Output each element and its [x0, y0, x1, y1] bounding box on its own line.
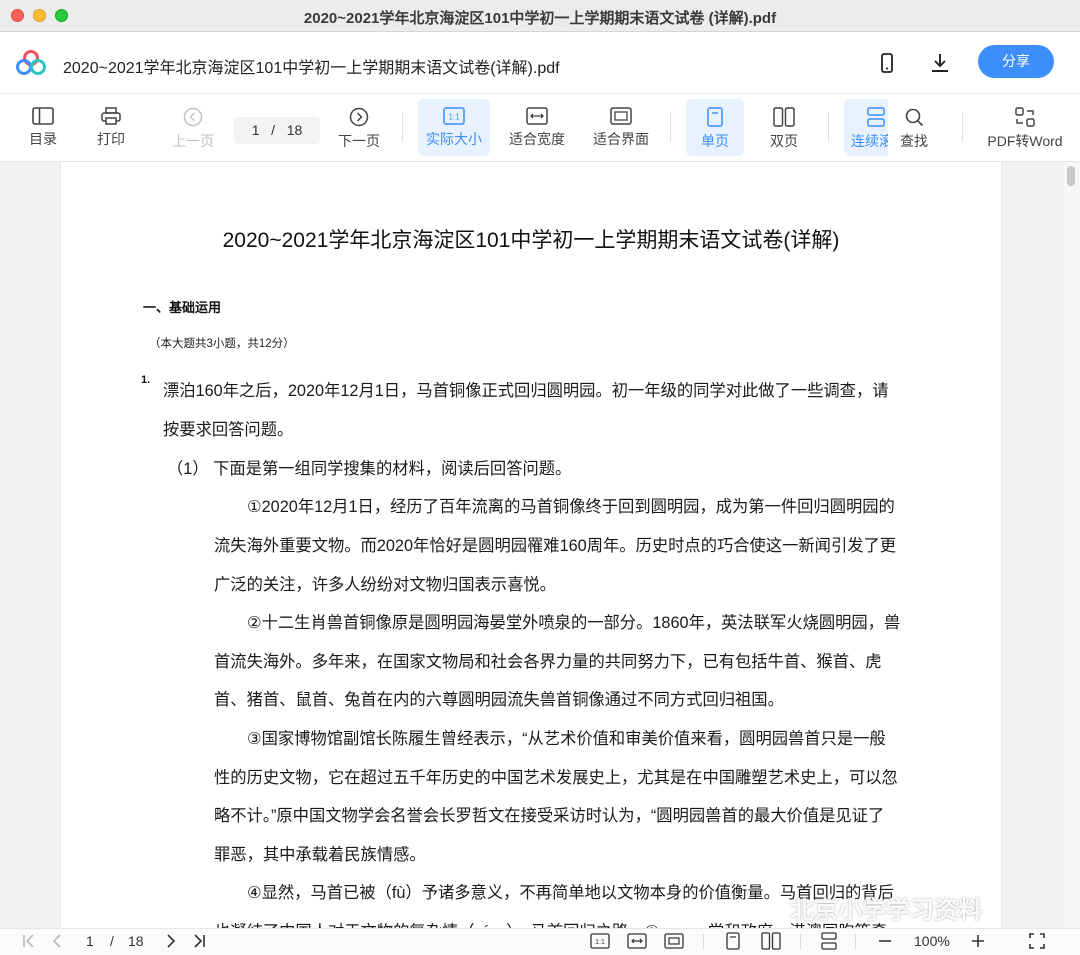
actual-size-icon: 1:1 [443, 107, 465, 125]
pdf-page: 2020~2021学年北京海淀区101中学初一上学期期末语文试卷(详解) 一、基… [61, 162, 1001, 928]
page-separator: / [271, 122, 276, 138]
zoom-in-icon[interactable] [969, 932, 987, 950]
print-label: 打印 [97, 131, 125, 147]
svg-text:1:1: 1:1 [595, 939, 605, 946]
next-page-icon[interactable] [162, 932, 180, 950]
last-page-icon[interactable] [190, 932, 208, 950]
fullscreen-icon[interactable] [1028, 932, 1046, 950]
toc-button[interactable]: 目录 [22, 99, 64, 156]
bottom-divider [855, 934, 856, 950]
continuous-scroll-icon [867, 107, 885, 127]
svg-text:1:1: 1:1 [448, 113, 460, 122]
exam-title: 2020~2021学年北京海淀区101中学初一上学期期末语文试卷(详解) [222, 229, 840, 252]
app-logo-icon [16, 50, 46, 75]
section-note: （本大题共3小题，共12分） [149, 338, 295, 350]
toolbar-divider [828, 112, 829, 142]
mobile-icon[interactable] [876, 52, 898, 74]
fit-width-icon[interactable] [627, 932, 647, 950]
text-line: 也凝结了中国人对于文物的复杂情（qíng）。马首回归之路，① 党和政府，港澳同胞… [214, 918, 887, 928]
download-icon[interactable] [929, 52, 951, 74]
toc-label: 目录 [29, 131, 57, 147]
actual-size-label: 实际大小 [426, 131, 482, 147]
continuous-scroll-icon[interactable] [820, 932, 838, 950]
next-page-button[interactable]: 下一页 [336, 99, 382, 156]
actual-size-icon[interactable]: 1:1 [590, 932, 610, 950]
pdf-to-word-button[interactable]: PDF转Word [984, 99, 1066, 156]
text-line: 漂泊160年之后，2020年12月1日，马首铜像正式回归圆明园。初一年级的同学对… [163, 382, 889, 400]
prev-page-label: 上一页 [172, 133, 214, 149]
text-line: 首、猪首、鼠首、兔首在内的六尊圆明园流失兽首铜像通过不同方式回归祖国。 [214, 691, 784, 709]
bottom-total-pages: 18 [128, 933, 144, 949]
text-line: 略不计。”原中国文物学会名誉会长罗哲文在接受采访时认为，“圆明园兽首的最大价值是… [214, 807, 885, 825]
chevron-left-circle-icon [183, 107, 203, 127]
toolbar-divider [962, 112, 963, 142]
fit-width-button[interactable]: 适合宽度 [504, 99, 570, 156]
fit-page-button[interactable]: 适合界面 [588, 99, 654, 156]
text-line: 首流失海外。多年来，在国家文物局和社会各界力量的共同努力下，已有包括牛首、猴首、… [214, 653, 882, 671]
bottom-divider [800, 934, 801, 950]
fit-width-label: 适合宽度 [509, 131, 565, 147]
next-page-label: 下一页 [338, 133, 380, 149]
pdf-to-word-label: PDF转Word [987, 133, 1063, 149]
fit-page-label: 适合界面 [593, 131, 649, 147]
chevron-right-circle-icon [349, 107, 369, 127]
current-page: 1 [251, 122, 260, 138]
prev-page-button[interactable]: 上一页 [170, 99, 216, 156]
continuous-scroll-label: 连续滚 [851, 133, 888, 149]
double-page-icon [773, 107, 795, 127]
document-viewer[interactable]: 2020~2021学年北京海淀区101中学初一上学期期末语文试卷(详解) 一、基… [0, 162, 1080, 928]
continuous-scroll-button[interactable]: 连续滚 [844, 99, 888, 156]
zoom-level[interactable]: 100% [914, 933, 950, 949]
text-line: （1） 下面是第一组同学搜集的材料，阅读后回答问题。 [167, 460, 572, 478]
bottom-current-page[interactable]: 1 [86, 933, 94, 949]
search-icon [905, 108, 924, 127]
convert-icon [1015, 107, 1035, 127]
double-page-label: 双页 [770, 133, 798, 149]
question-number: 1. [141, 374, 151, 386]
window-title: 2020~2021学年北京海淀区101中学初一上学期期末语文试卷 (详解).pd… [303, 10, 777, 27]
vertical-scrollbar[interactable] [1064, 162, 1080, 928]
scrollbar-thumb[interactable] [1067, 166, 1075, 186]
section-heading: 一、基础运用 [143, 300, 222, 315]
double-page-button[interactable]: 双页 [760, 99, 808, 156]
single-page-button[interactable]: 单页 [686, 99, 744, 156]
text-line: ③国家博物馆副馆长陈履生曾经表示，“从艺术价值和审美价值来看，圆明园兽首只是一般 [247, 730, 886, 748]
bottom-divider [703, 934, 704, 950]
document-title: 2020~2021学年北京海淀区101中学初一上学期期末语文试卷(详解).pdf [63, 60, 560, 77]
text-line: 广泛的关注，许多人纷纷对文物归国表示喜悦。 [214, 576, 556, 594]
share-button[interactable]: 分享 [978, 45, 1054, 78]
double-page-icon[interactable] [761, 932, 781, 950]
sidebar-icon [32, 107, 54, 125]
bottom-page-separator: / [110, 933, 114, 949]
toolbar-divider [402, 112, 403, 142]
print-button[interactable]: 打印 [90, 99, 132, 156]
single-page-icon [707, 107, 723, 127]
prev-page-icon[interactable] [48, 932, 66, 950]
watermark-text: 北京小学学习资料 [790, 897, 982, 924]
text-line: ②十二生肖兽首铜像原是圆明园海晏堂外喷泉的一部分。1860年，英法联军火烧圆明园… [247, 614, 901, 632]
text-line: ①2020年12月1日，经历了百年流离的马首铜像终于回到圆明园，成为第一件回归圆… [247, 498, 895, 516]
toolbar-divider [670, 112, 671, 142]
text-line: 性的历史文物，它在超过五千年历史的中国艺术发展史上，尤其是在中国雕塑艺术史上，可… [214, 769, 898, 787]
actual-size-button[interactable]: 1:1 实际大小 [418, 99, 490, 156]
page-number-input[interactable]: 1 / 18 [234, 117, 320, 144]
first-page-icon[interactable] [20, 932, 38, 950]
fit-page-icon [610, 107, 632, 125]
search-label: 查找 [900, 133, 928, 149]
search-button[interactable]: 查找 [892, 99, 936, 156]
printer-icon [101, 107, 121, 125]
fit-width-icon [526, 107, 548, 125]
single-page-label: 单页 [701, 133, 729, 149]
text-line: 罪恶，其中承载着民族情感。 [214, 846, 426, 864]
text-line: 流失海外重要文物。而2020年恰好是圆明园罹难160周年。历史时点的巧合使这一新… [214, 537, 897, 555]
fit-page-icon[interactable] [664, 932, 684, 950]
total-pages: 18 [286, 122, 303, 138]
zoom-out-icon[interactable] [876, 932, 894, 950]
single-page-icon[interactable] [724, 932, 742, 950]
text-line: 按要求回答问题。 [163, 421, 294, 439]
